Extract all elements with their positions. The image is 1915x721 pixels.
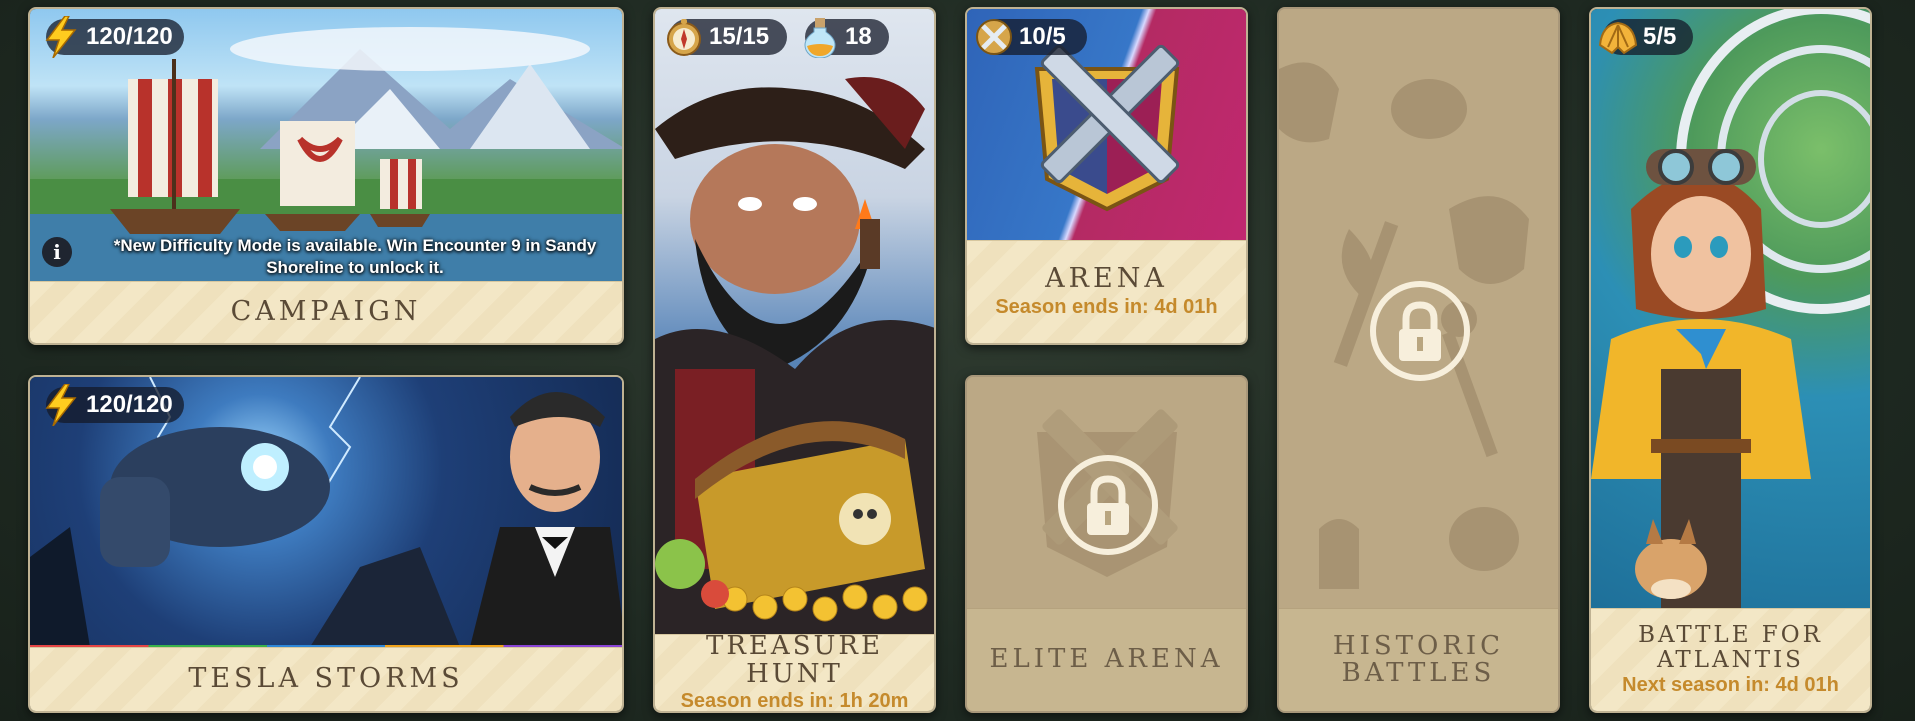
compass-value: 15/15 <box>709 23 770 50</box>
elite-arena-card[interactable]: ELITE ARENA <box>965 375 1248 713</box>
campaign-card[interactable]: i *New Difficulty Mode is available. Win… <box>28 7 624 345</box>
lock-icon <box>1058 455 1158 555</box>
potion-value: 18 <box>845 23 872 50</box>
arena-ticket-counter: 10/5 <box>976 19 1087 55</box>
lightning-icon <box>40 384 82 426</box>
compass-icon <box>663 16 705 58</box>
tesla-character <box>470 392 622 647</box>
energy-value: 120/120 <box>86 23 173 50</box>
arena-label: ARENA Season ends in: 4d 01h <box>967 240 1246 343</box>
tesla-storms-label: TESLA STORMS <box>30 647 622 711</box>
treasure-hunt-art <box>655 9 934 635</box>
campaign-label: CAMPAIGN <box>30 281 622 343</box>
crossed-swords-icon <box>973 16 1015 58</box>
tesla-storms-card[interactable]: 120/120 TESLA STORMS <box>28 375 624 713</box>
elite-arena-title: ELITE ARENA <box>989 644 1224 675</box>
treasure-hunt-label: TREASURE HUNT Season ends in: 1h 20m <box>655 631 934 712</box>
shell-value: 5/5 <box>1643 23 1677 50</box>
battle-for-atlantis-card[interactable]: 5/5 BATTLE FOR ATLANTIS Next season in: … <box>1589 7 1872 713</box>
energy-counter: 120/120 <box>45 384 184 426</box>
elite-arena-art <box>967 377 1246 611</box>
potion-counter: 18 <box>804 18 889 58</box>
arena-title: ARENA <box>1045 263 1168 295</box>
historic-battles-label: HISTORIC BATTLES <box>1279 608 1558 711</box>
tesla-storms-title: TESLA STORMS <box>188 663 464 695</box>
energy-counter: 120/120 <box>45 16 184 58</box>
shell-icon <box>1597 16 1639 58</box>
battle-for-atlantis-title: BATTLE FOR ATLANTIS <box>1638 622 1823 673</box>
arena-card[interactable]: 10/5 ARENA Season ends in: 4d 01h <box>965 7 1248 345</box>
treasure-hunt-card[interactable]: 15/15 18 TREASURE HUNT Season ends in: 1… <box>653 7 936 713</box>
campaign-title: CAMPAIGN <box>230 296 422 328</box>
arena-timer: Season ends in: 4d 01h <box>995 295 1218 318</box>
lightning-icon <box>40 16 82 58</box>
battle-for-atlantis-timer: Next season in: 4d 01h <box>1622 673 1839 696</box>
shell-counter: 5/5 <box>1598 19 1693 55</box>
elite-arena-label: ELITE ARENA <box>967 608 1246 711</box>
compass-counter: 15/15 <box>667 19 787 56</box>
pirate-scene <box>655 77 934 635</box>
battle-for-atlantis-label: BATTLE FOR ATLANTIS Next season in: 4d 0… <box>1591 608 1870 711</box>
atlantis-scene <box>1591 9 1870 613</box>
battle-for-atlantis-art <box>1591 9 1870 613</box>
historic-battles-art <box>1279 9 1558 613</box>
historic-battles-title: HISTORIC BATTLES <box>1332 630 1505 688</box>
arena-ticket-value: 10/5 <box>1019 23 1066 50</box>
treasure-hunt-timer: Season ends in: 1h 20m <box>680 689 909 712</box>
historic-battles-card[interactable]: HISTORIC BATTLES <box>1277 7 1560 713</box>
energy-value: 120/120 <box>86 391 173 418</box>
lock-icon <box>1370 281 1470 381</box>
potion-icon <box>799 16 841 58</box>
treasure-hunt-title: TREASURE HUNT <box>706 631 883 689</box>
explorer-character <box>1591 149 1811 613</box>
campaign-notice: *New Difficulty Mode is available. Win E… <box>113 236 597 277</box>
info-icon[interactable]: i <box>42 237 72 267</box>
